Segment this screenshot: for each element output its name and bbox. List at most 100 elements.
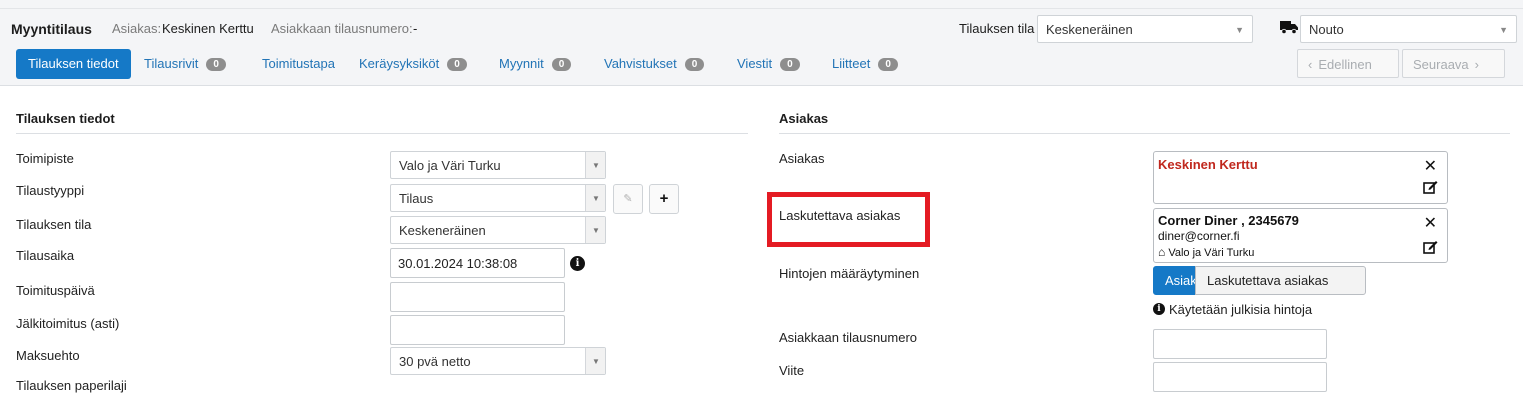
- chevron-left-icon: ‹: [1308, 57, 1313, 72]
- chevron-down-icon: ▼: [592, 226, 600, 235]
- count-badge: 0: [684, 58, 705, 71]
- page-title: Myyntitilaus: [11, 21, 92, 37]
- edit-icon[interactable]: [1423, 240, 1438, 254]
- order-header: Myyntitilaus Asiakas: Keskinen Kerttu As…: [0, 0, 1523, 86]
- customer-name: Keskinen Kerttu: [162, 21, 254, 36]
- maksuehto-value: 30 pvä netto: [399, 354, 471, 369]
- customer-card: Keskinen Kerttu ✕: [1153, 151, 1448, 204]
- tilausaika-input[interactable]: 30.01.2024 10:38:08: [390, 248, 565, 278]
- tab-liitteet[interactable]: Liitteet 0: [832, 49, 898, 79]
- tab-label: Viestit: [737, 56, 773, 71]
- customer-section-title: Asiakas: [779, 111, 829, 126]
- dropdown-arrow: ▼: [585, 348, 605, 374]
- order-state-value: Keskeneräinen: [1046, 22, 1133, 37]
- toggle-label: Laskutettava asiakas: [1207, 273, 1329, 288]
- toimituspaiva-input[interactable]: [390, 282, 565, 312]
- asiakkaan-tilausnumero-label: Asiakkaan tilausnumero: [779, 330, 918, 345]
- previous-button[interactable]: ‹ Edellinen: [1297, 49, 1399, 78]
- chevron-down-icon: ▼: [592, 161, 600, 170]
- chevron-down-icon: ▼: [592, 357, 600, 366]
- chevron-down-icon: ▼: [592, 194, 600, 203]
- close-icon[interactable]: ✕: [1424, 213, 1437, 233]
- customer-order-number-input[interactable]: [1153, 329, 1327, 359]
- tab-tilausrivit[interactable]: Tilausrivit 0: [144, 49, 226, 79]
- toimituspaiva-label: Toimituspäivä: [16, 283, 95, 298]
- delivery-method-select[interactable]: Nouto ▼: [1300, 15, 1517, 43]
- maksuehto-select[interactable]: 30 pvä netto ▼: [390, 347, 606, 375]
- count-badge: 0: [780, 58, 800, 71]
- billing-email: diner@corner.fi: [1158, 229, 1240, 243]
- billing-store: ⌂ Valo ja Väri Turku: [1158, 245, 1254, 259]
- home-icon: ⌂: [1158, 245, 1166, 259]
- count-badge: 0: [551, 58, 572, 71]
- previous-label: Edellinen: [1318, 57, 1372, 72]
- hinnat-label: Hintojen määräytyminen: [779, 266, 920, 281]
- chevron-right-icon: ›: [1474, 57, 1479, 72]
- pricing-asiakas-toggle[interactable]: Asiakas: [1153, 266, 1211, 295]
- header-divider: [0, 8, 1523, 9]
- chevron-down-icon: ▼: [1235, 25, 1244, 35]
- truck-icon: [1280, 21, 1298, 34]
- plus-icon: +: [659, 190, 669, 207]
- info-icon: i: [1153, 303, 1165, 315]
- chevron-down-icon: ▼: [1499, 25, 1508, 35]
- tab-label: Toimitustapa: [262, 56, 335, 71]
- tilausaika-label: Tilausaika: [16, 248, 75, 263]
- tab-label: Liitteet: [832, 56, 871, 71]
- tab-label: Keräysyksiköt: [359, 56, 440, 71]
- cut-off-label: Tilauksen paperilaji: [16, 378, 127, 393]
- tilaustyyppi-select[interactable]: Tilaus ▼: [390, 184, 606, 212]
- add-order-type-button[interactable]: +: [649, 184, 679, 214]
- info-icon[interactable]: i: [570, 256, 585, 271]
- tab-vahvistukset[interactable]: Vahvistukset 0: [604, 49, 705, 79]
- tab-label: Vahvistukset: [604, 56, 677, 71]
- tab-viestit[interactable]: Viestit 0: [737, 49, 800, 79]
- dropdown-arrow: ▼: [585, 152, 605, 178]
- public-prices-note: Käytetään julkisia hintoja: [1169, 302, 1313, 317]
- count-badge: 0: [878, 58, 898, 71]
- customer-label: Asiakas:: [112, 21, 162, 36]
- tilaustyyppi-value: Tilaus: [399, 191, 434, 206]
- tilaustyyppi-label: Tilaustyyppi: [16, 183, 85, 198]
- toimipiste-label: Toimipiste: [16, 151, 74, 166]
- tab-tilauksen-tiedot[interactable]: Tilauksen tiedot: [16, 49, 131, 79]
- billing-customer-card: Corner Diner , 2345679 diner@corner.fi ⌂…: [1153, 208, 1448, 263]
- asiakas-label: Asiakas: [779, 151, 825, 166]
- edit-order-type-button[interactable]: ✎: [613, 184, 643, 214]
- customer-order-label: Asiakkaan tilausnumero:: [271, 21, 413, 36]
- tilauksen-tila-label: Tilauksen tila: [16, 217, 92, 232]
- tilauksen-tila-select[interactable]: Keskeneräinen ▼: [390, 216, 606, 244]
- reference-input[interactable]: [1153, 362, 1327, 392]
- order-info-title: Tilauksen tiedot: [16, 111, 115, 126]
- section-divider: [16, 133, 748, 134]
- pricing-billing-toggle[interactable]: Laskutettava asiakas: [1195, 266, 1366, 295]
- jalkitoimitus-input[interactable]: [390, 315, 565, 345]
- tab-toimitustapa[interactable]: Toimitustapa: [262, 49, 335, 79]
- customer-order-value: -: [413, 21, 418, 36]
- viite-label: Viite: [779, 363, 805, 378]
- dropdown-arrow: ▼: [585, 185, 605, 211]
- maksuehto-label: Maksuehto: [16, 348, 80, 363]
- tab-myynnit[interactable]: Myynnit 0: [499, 49, 572, 79]
- toimipiste-value: Valo ja Väri Turku: [399, 158, 501, 173]
- billing-customer-name[interactable]: Corner Diner , 2345679: [1158, 213, 1299, 228]
- customer-card-name[interactable]: Keskinen Kerttu: [1158, 157, 1258, 172]
- next-label: Seuraava: [1413, 57, 1469, 72]
- count-badge: 0: [447, 58, 467, 71]
- delivery-method-value: Nouto: [1309, 22, 1344, 37]
- tilauksen-tila-value: Keskeneräinen: [399, 223, 486, 238]
- order-state-select[interactable]: Keskeneräinen ▼: [1037, 15, 1253, 43]
- pencil-icon: ✎: [623, 193, 633, 205]
- jalkitoimitus-label: Jälkitoimitus (asti): [16, 316, 120, 331]
- order-state-label: Tilauksen tila: [959, 21, 1035, 36]
- next-button[interactable]: Seuraava ›: [1402, 49, 1505, 78]
- billing-store-name: Valo ja Väri Turku: [1168, 247, 1255, 259]
- annotation-highlight: [767, 192, 930, 247]
- dropdown-arrow: ▼: [585, 217, 605, 243]
- close-icon[interactable]: ✕: [1424, 156, 1437, 176]
- tab-keraysyksikot[interactable]: Keräysyksiköt 0: [359, 49, 467, 79]
- toimipiste-select[interactable]: Valo ja Väri Turku ▼: [390, 151, 606, 179]
- tilausaika-value: 30.01.2024 10:38:08: [398, 256, 518, 271]
- edit-icon[interactable]: [1423, 180, 1438, 194]
- section-divider: [779, 133, 1510, 134]
